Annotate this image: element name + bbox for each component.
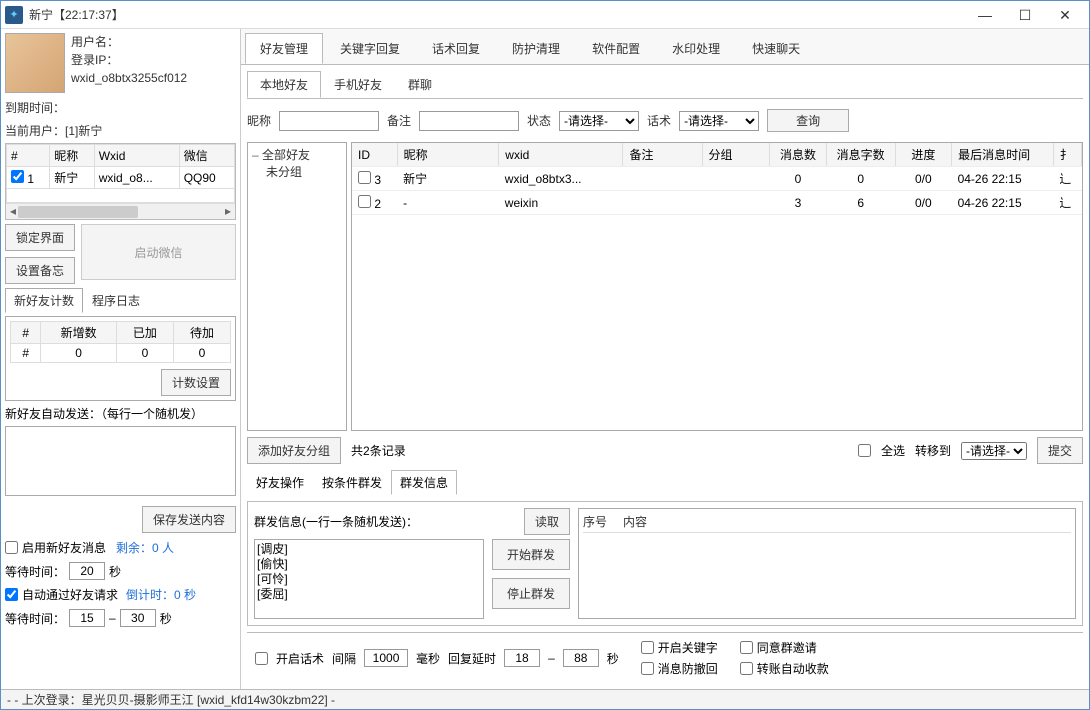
row-check[interactable] [358, 195, 371, 208]
minimize-button[interactable]: — [965, 3, 1005, 27]
lock-button[interactable]: 锁定界面 [5, 224, 75, 251]
tree-ungrouped[interactable]: 未分组 [252, 163, 342, 180]
status-text: - - 上次登录：星光贝贝-摄影师王江 [wxid_kfd14w30kzbm22… [7, 691, 335, 708]
col-wxid[interactable]: Wxid [94, 145, 179, 167]
tab-protect-clean[interactable]: 防护清理 [497, 33, 575, 64]
main-tabs: 好友管理 关键字回复 话术回复 防护清理 软件配置 水印处理 快速聊天 [241, 29, 1089, 65]
tab-cond-send[interactable]: 按条件群发 [313, 470, 391, 495]
tab-group-chat[interactable]: 群聊 [395, 71, 445, 98]
left-pane: 用户名： 登录IP： wxid_o8btx3255cf012 到期时间： 当前用… [1, 29, 241, 689]
enable-keyword-check[interactable] [641, 641, 654, 654]
delay-a-input[interactable] [504, 649, 540, 667]
group-send-panel: 群发信息(一行一条随机发送)： 读取 [调皮] [偷快] [可怜] [委屈] [247, 501, 1083, 626]
window-title: 新宁【22:17:37】 [29, 6, 965, 23]
save-send-button[interactable]: 保存发送内容 [142, 506, 236, 533]
select-all-check[interactable] [858, 444, 871, 457]
app-icon: ✦ [5, 6, 23, 24]
tab-software-config[interactable]: 软件配置 [577, 33, 655, 64]
app-window: ✦ 新宁【22:17:37】 — ☐ ✕ 用户名： 登录IP： wxid_o8b… [0, 0, 1090, 710]
stop-send-button[interactable]: 停止群发 [492, 578, 570, 609]
tab-quick-chat[interactable]: 快速聊天 [737, 33, 815, 64]
group-send-label: 群发信息(一行一条随机发送)： [254, 513, 418, 530]
grid-row[interactable]: 3 新宁 wxid_o8btx3... 0 0 0/0 04-26 22:15 … [352, 167, 1082, 191]
result-box: 序号 内容 [578, 508, 1076, 619]
username-label: 用户名： [71, 33, 187, 51]
wxid-value: wxid_o8btx3255cf012 [71, 69, 187, 87]
start-send-button[interactable]: 开始群发 [492, 539, 570, 570]
login-ip-label: 登录IP： [71, 51, 187, 69]
launch-wechat-button[interactable]: 启动微信 [81, 224, 236, 280]
tab-new-friend-count[interactable]: 新好友计数 [5, 288, 83, 313]
msg-list[interactable]: [调皮] [偷快] [可怜] [委屈] [254, 539, 484, 619]
wait2a-input[interactable] [69, 609, 105, 627]
tab-friend-op[interactable]: 好友操作 [247, 470, 313, 495]
col-wx[interactable]: 微信 [179, 145, 234, 167]
query-button[interactable]: 查询 [767, 109, 849, 132]
record-count: 共2条记录 [351, 442, 406, 459]
account-hscroll[interactable]: ◂▸ [6, 203, 235, 219]
tab-keyword-reply[interactable]: 关键字回复 [325, 33, 415, 64]
wait2b-input[interactable] [120, 609, 156, 627]
add-group-button[interactable]: 添加好友分组 [247, 437, 341, 464]
count-table: # 新增数 已加 待加 # 0 0 0 [10, 321, 231, 363]
account-row[interactable]: 1 新宁 wxid_o8... QQ90 [7, 167, 235, 189]
titlebar: ✦ 新宁【22:17:37】 — ☐ ✕ [1, 1, 1089, 29]
col-nick[interactable]: 昵称 [50, 145, 95, 167]
bottom-bar: 开启话术 间隔 毫秒 回复延时 – 秒 开启关键字 消息防撤回 同意群邀请 [247, 632, 1083, 683]
current-user: 当前用户：[1]新宁 [5, 122, 236, 139]
inner-tabs: 本地好友 手机好友 群聊 [247, 71, 1083, 99]
right-pane: 好友管理 关键字回复 话术回复 防护清理 软件配置 水印处理 快速聊天 本地好友… [241, 29, 1089, 689]
move-to-select[interactable]: -请选择- [961, 442, 1027, 460]
tab-program-log[interactable]: 程序日志 [83, 288, 149, 313]
enable-new-msg-check[interactable] [5, 541, 18, 554]
account-grid: # 昵称 Wxid 微信 1 新宁 wxid_o8... QQ90 ◂▸ [5, 143, 236, 220]
tree-all[interactable]: 全部好友 [252, 147, 342, 163]
search-nick-input[interactable] [279, 111, 379, 131]
grid-row[interactable]: 2 - weixin 3 6 0/0 04-26 22:15 辶 [352, 191, 1082, 215]
search-state-select[interactable]: -请选择- [559, 111, 639, 131]
friend-grid: ID 昵称 wxid 备注 分组 消息数 消息字数 进度 最后消息时间 扌 [351, 142, 1083, 431]
tab-script-reply[interactable]: 话术回复 [417, 33, 495, 64]
enable-script-check[interactable] [255, 652, 268, 665]
close-button[interactable]: ✕ [1045, 3, 1085, 27]
maximize-button[interactable]: ☐ [1005, 3, 1045, 27]
countdown-label: 倒计时：0 秒 [126, 586, 196, 603]
statusbar: - - 上次登录：星光贝贝-摄影师王江 [wxid_kfd14w30kzbm22… [1, 689, 1089, 709]
op-tabs: 好友操作 按条件群发 群发信息 [247, 470, 1083, 495]
memo-button[interactable]: 设置备忘 [5, 257, 75, 284]
tab-phone-friends[interactable]: 手机好友 [321, 71, 395, 98]
row-check[interactable] [358, 171, 371, 184]
count-settings-button[interactable]: 计数设置 [161, 369, 231, 396]
avatar [5, 33, 65, 93]
tab-group-send[interactable]: 群发信息 [391, 470, 457, 495]
left-sub-tabs: 新好友计数 程序日志 [5, 288, 236, 313]
col-idx[interactable]: # [7, 145, 50, 167]
interval-input[interactable] [364, 649, 408, 667]
read-button[interactable]: 读取 [524, 508, 570, 535]
auto-collect-check[interactable] [740, 662, 753, 675]
submit-button[interactable]: 提交 [1037, 437, 1083, 464]
wait1-input[interactable] [69, 562, 105, 580]
auto-send-textarea[interactable] [5, 426, 236, 496]
anti-recall-check[interactable] [641, 662, 654, 675]
tab-friend-mgmt[interactable]: 好友管理 [245, 33, 323, 64]
search-script-select[interactable]: -请选择- [679, 111, 759, 131]
expire-label: 到期时间： [5, 99, 236, 116]
group-tree[interactable]: 全部好友 未分组 [247, 142, 347, 431]
account-check[interactable] [11, 170, 24, 183]
accept-invite-check[interactable] [740, 641, 753, 654]
auto-send-label: 新好友自动发送：（每行一个随机发） [5, 405, 236, 422]
tab-local-friends[interactable]: 本地好友 [247, 71, 321, 98]
remaining-label: 剩余：0 人 [116, 539, 174, 556]
tab-watermark[interactable]: 水印处理 [657, 33, 735, 64]
search-row: 昵称 备注 状态 -请选择- 话术 -请选择- 查询 [247, 105, 1083, 136]
user-meta: 用户名： 登录IP： wxid_o8btx3255cf012 [71, 33, 187, 93]
search-remark-input[interactable] [419, 111, 519, 131]
auto-accept-check[interactable] [5, 588, 18, 601]
delay-b-input[interactable] [563, 649, 599, 667]
